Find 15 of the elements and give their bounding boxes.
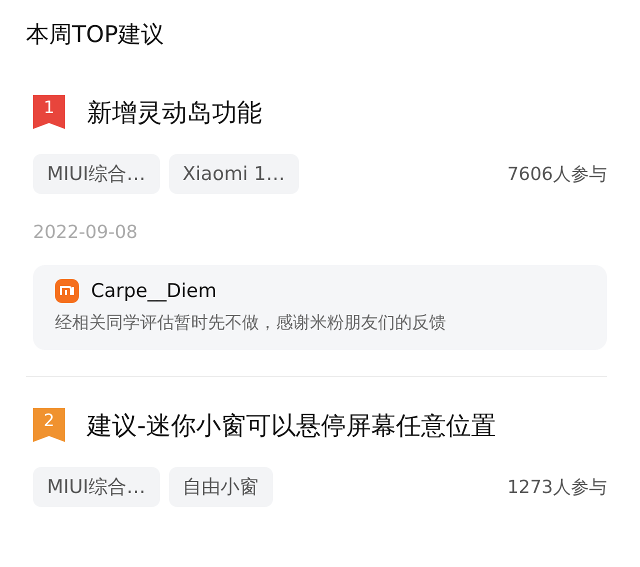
section-heading: 本周TOP建议 [26, 21, 164, 50]
rank-number: 2 [42, 411, 56, 431]
topic-tag[interactable]: 自由小窗 [168, 467, 273, 507]
author-name: Carpe__Diem [91, 280, 217, 302]
participant-count: 7606人参与 [507, 163, 607, 186]
topic-tag[interactable]: MIUI综合… [33, 154, 160, 194]
suggestion-title[interactable]: 建议-迷你小窗可以悬停屏幕任意位置 [87, 408, 496, 442]
participant-count: 1273人参与 [507, 476, 607, 499]
reply-text: 经相关同学评估暂时先不做，感谢米粉朋友们的反馈 [55, 312, 447, 334]
date-label: 2022-09-08 [33, 222, 138, 243]
suggestion-title[interactable]: 新增灵动岛功能 [87, 96, 262, 128]
rank-number: 1 [42, 98, 56, 118]
topic-tag[interactable]: MIUI综合… [33, 467, 160, 507]
topic-tag[interactable]: Xiaomi 1… [168, 154, 299, 194]
logo-icon [55, 279, 79, 303]
